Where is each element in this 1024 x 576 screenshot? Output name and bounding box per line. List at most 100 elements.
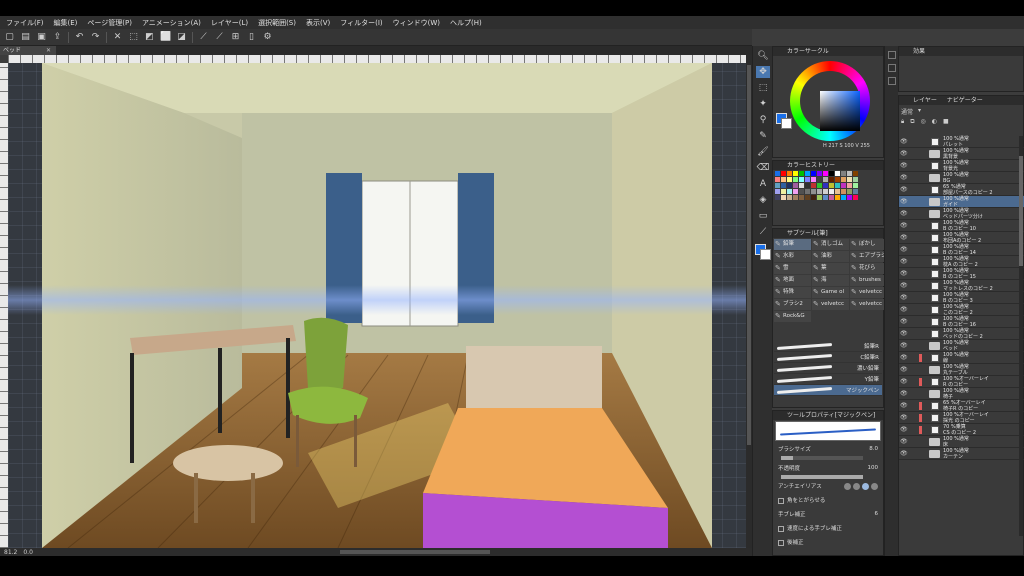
- layer-row[interactable]: 👁︎ 100 %通常 ガイド: [899, 196, 1024, 208]
- visibility-eye-icon[interactable]: 👁︎: [900, 151, 908, 157]
- history-swatch[interactable]: [823, 171, 828, 176]
- layer-row[interactable]: 👁︎ 100 %通常 ベッド: [899, 340, 1024, 352]
- history-swatch[interactable]: [817, 195, 822, 200]
- subtool-category[interactable]: 消しゴム: [812, 239, 849, 250]
- menu-item[interactable]: アニメーション(A): [142, 18, 201, 28]
- layer-row[interactable]: 👁︎ 100 %オーバーレイ 採光 のコピー: [899, 412, 1024, 424]
- visibility-eye-icon[interactable]: 👁︎: [900, 199, 908, 205]
- history-swatch[interactable]: [829, 189, 834, 194]
- subtool-category[interactable]: 雪: [774, 263, 811, 274]
- history-swatch[interactable]: [811, 171, 816, 176]
- history-swatch[interactable]: [847, 177, 852, 182]
- visibility-eye-icon[interactable]: 👁︎: [900, 175, 908, 181]
- visibility-eye-icon[interactable]: 👁︎: [900, 391, 908, 397]
- visibility-eye-icon[interactable]: 👁︎: [900, 331, 908, 337]
- auto-select-icon[interactable]: ✦: [756, 98, 770, 110]
- layer-row[interactable]: 👁︎ 100 %オーバーレイ R のコピー: [899, 376, 1024, 388]
- visibility-eye-icon[interactable]: 👁︎: [900, 379, 908, 385]
- brush-size-slider[interactable]: [781, 456, 863, 460]
- deselect-icon[interactable]: ⬜: [160, 32, 171, 43]
- layer-row[interactable]: 👁︎ 100 %通常 パレット: [899, 136, 1024, 148]
- history-swatch[interactable]: [793, 195, 798, 200]
- opacity-value[interactable]: 100: [868, 465, 879, 471]
- mask-icon[interactable]: ◐: [932, 118, 937, 127]
- color-icon[interactable]: ■: [943, 118, 949, 127]
- menu-item[interactable]: レイヤー(L): [211, 18, 248, 28]
- history-swatch[interactable]: [829, 195, 834, 200]
- visibility-eye-icon[interactable]: 👁︎: [900, 163, 908, 169]
- subtool-category[interactable]: 海: [812, 275, 849, 286]
- visibility-eye-icon[interactable]: 👁︎: [900, 295, 908, 301]
- history-swatch[interactable]: [823, 183, 828, 188]
- stabilize-value[interactable]: 6: [875, 511, 879, 517]
- history-swatch[interactable]: [805, 171, 810, 176]
- history-swatch[interactable]: [841, 177, 846, 182]
- subtool-category[interactable]: Game ol: [812, 287, 849, 298]
- visibility-eye-icon[interactable]: 👁︎: [900, 223, 908, 229]
- history-swatch[interactable]: [823, 189, 828, 194]
- fill-icon[interactable]: ◩: [144, 32, 155, 43]
- visibility-eye-icon[interactable]: 👁︎: [900, 139, 908, 145]
- history-swatch[interactable]: [781, 189, 786, 194]
- save-icon[interactable]: ▣: [36, 32, 47, 43]
- redo-icon[interactable]: ↷: [90, 32, 101, 43]
- ruler-tool-icon[interactable]: ⟋: [756, 226, 770, 238]
- history-swatch[interactable]: [811, 195, 816, 200]
- dock-icon[interactable]: [887, 77, 896, 85]
- visibility-eye-icon[interactable]: 👁︎: [900, 187, 908, 193]
- history-swatch[interactable]: [817, 177, 822, 182]
- history-swatch[interactable]: [853, 189, 858, 194]
- visibility-eye-icon[interactable]: 👁︎: [900, 427, 908, 433]
- history-swatch[interactable]: [847, 171, 852, 176]
- subtool-category[interactable]: 特殊: [774, 287, 811, 298]
- subtool-category[interactable]: velvetcc: [850, 287, 887, 298]
- history-swatch[interactable]: [853, 177, 858, 182]
- subtool-category[interactable]: 花びら: [850, 263, 887, 274]
- menu-item[interactable]: 編集(E): [54, 18, 78, 28]
- invert-selection-icon[interactable]: ◪: [176, 32, 187, 43]
- history-swatch[interactable]: [841, 189, 846, 194]
- reference-icon[interactable]: ◎: [921, 118, 926, 127]
- layer-row[interactable]: 👁︎ 70 %乗算 CS のコピー 2: [899, 424, 1024, 436]
- history-swatch[interactable]: [787, 171, 792, 176]
- scroll-thumb[interactable]: [747, 65, 751, 445]
- history-swatch[interactable]: [823, 177, 828, 182]
- layer-row[interactable]: 👁︎ 100 %通常床: [899, 436, 1024, 448]
- history-swatch[interactable]: [793, 183, 798, 188]
- visibility-eye-icon[interactable]: 👁︎: [900, 247, 908, 253]
- blend-mode-select[interactable]: 通常: [901, 107, 913, 116]
- visibility-eye-icon[interactable]: 👁︎: [900, 271, 908, 277]
- tab-layer[interactable]: レイヤー: [913, 97, 937, 104]
- history-swatch[interactable]: [829, 183, 834, 188]
- history-swatch[interactable]: [835, 183, 840, 188]
- snap-grid-icon[interactable]: ⊞: [230, 32, 241, 43]
- history-swatch[interactable]: [811, 183, 816, 188]
- history-swatch[interactable]: [787, 183, 792, 188]
- history-swatch[interactable]: [781, 183, 786, 188]
- dock-icon[interactable]: [887, 51, 896, 59]
- visibility-eye-icon[interactable]: 👁︎: [900, 451, 908, 457]
- history-swatch[interactable]: [847, 195, 852, 200]
- brush-item[interactable]: マジックペン: [774, 385, 882, 396]
- subtool-category[interactable]: 水彩: [774, 251, 811, 262]
- visibility-eye-icon[interactable]: 👁︎: [900, 235, 908, 241]
- history-swatch[interactable]: [793, 177, 798, 182]
- brush-item[interactable]: 鉛筆R: [774, 341, 882, 352]
- visibility-eye-icon[interactable]: 👁︎: [900, 307, 908, 313]
- rotation-value[interactable]: 0.0: [23, 549, 33, 556]
- sub-color-swatch[interactable]: [781, 118, 792, 129]
- menu-item[interactable]: ファイル(F): [6, 18, 44, 28]
- history-swatch[interactable]: [775, 171, 780, 176]
- eyedropper-icon[interactable]: ⚲: [756, 114, 770, 126]
- visibility-eye-icon[interactable]: 👁︎: [900, 439, 908, 445]
- layer-row[interactable]: 👁︎ 100 %通常 椅子: [899, 388, 1024, 400]
- visibility-eye-icon[interactable]: 👁︎: [900, 283, 908, 289]
- history-swatch[interactable]: [787, 195, 792, 200]
- menu-item[interactable]: 選択範囲(S): [258, 18, 296, 28]
- chevron-down-icon[interactable]: ▾: [918, 107, 921, 116]
- history-swatch[interactable]: [805, 177, 810, 182]
- move-tool-icon[interactable]: ✥: [756, 66, 770, 78]
- zoom-value[interactable]: 81.2: [4, 549, 17, 556]
- history-swatch[interactable]: [799, 189, 804, 194]
- document-tab[interactable]: ベッド ✕: [0, 46, 56, 55]
